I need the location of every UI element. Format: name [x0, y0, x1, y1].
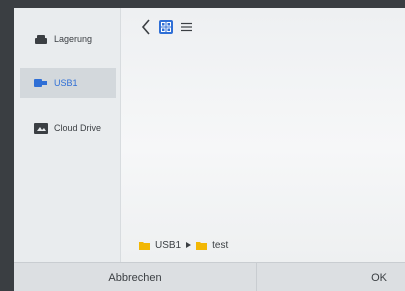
- cloud-drive-icon: [34, 122, 48, 134]
- sidebar-item-label: USB1: [54, 78, 78, 88]
- file-list-area[interactable]: USB1 test: [121, 8, 405, 262]
- sidebar-item-label: Cloud Drive: [54, 123, 102, 133]
- breadcrumb-item-usb1[interactable]: USB1: [155, 240, 181, 251]
- storage-icon: [34, 33, 48, 45]
- sidebar-item-usb1[interactable]: USB1: [20, 68, 116, 98]
- file-picker-screen: Lagerung USB1 Cloud Drive USB1 test Abbr…: [14, 8, 405, 291]
- dialog-footer: Abbrechen OK: [14, 262, 405, 291]
- sidebar-item-lagerung[interactable]: Lagerung: [20, 24, 116, 54]
- grid-view-icon: [161, 22, 171, 32]
- breadcrumb-item-test[interactable]: test: [212, 240, 228, 251]
- list-view-icon: [180, 22, 192, 32]
- folder-icon: [196, 241, 208, 250]
- chevron-left-icon: [141, 19, 150, 35]
- triangle-right-icon: [186, 240, 192, 251]
- list-view-button[interactable]: [179, 20, 193, 34]
- ok-button[interactable]: OK: [257, 263, 405, 291]
- grid-view-button[interactable]: [159, 20, 173, 34]
- breadcrumb: USB1 test: [139, 240, 228, 251]
- back-button[interactable]: [139, 18, 153, 36]
- storage-sidebar: Lagerung USB1 Cloud Drive: [14, 8, 121, 262]
- cancel-button[interactable]: Abbrechen: [14, 263, 257, 291]
- sidebar-item-cloud-drive[interactable]: Cloud Drive: [20, 113, 116, 143]
- usb-icon: [34, 77, 48, 89]
- sidebar-item-label: Lagerung: [54, 34, 93, 44]
- folder-icon: [139, 241, 150, 250]
- view-toolbar: [139, 18, 193, 36]
